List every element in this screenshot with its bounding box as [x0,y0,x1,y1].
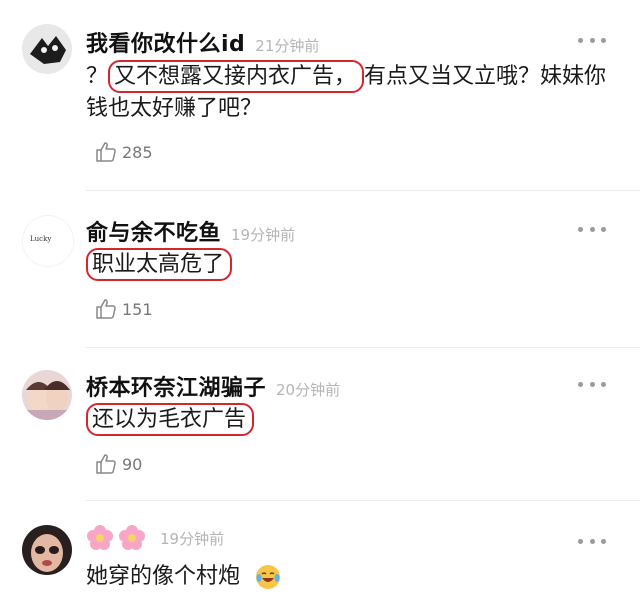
comment-header: 我看你改什么id 21分钟前 [86,26,320,58]
avatar-text: Lucky [30,235,52,243]
more-options-icon[interactable] [578,537,606,545]
comment-text: 她穿的像个村炮 [86,561,616,593]
avatar[interactable] [22,24,72,74]
like-count: 151 [122,299,153,319]
timestamp: 19分钟前 [160,529,225,548]
username[interactable]: 我看你改什么id [86,26,245,58]
like-button[interactable]: 90 [94,452,142,476]
pink-flower-emoji-icon [87,525,113,550]
pink-flower-emoji-icon [119,525,145,550]
like-button[interactable]: 285 [94,140,153,164]
laughing-tears-emoji-icon [256,565,281,589]
thumbs-up-icon [96,299,116,319]
timestamp: 21分钟前 [255,37,320,55]
comment-item: Lucky 俞与余不吃鱼 19分钟前 职业太高危了 151 [0,191,640,347]
comment-text: ？又不想露又接内衣广告， 有点又当又立哦？妹妹你钱也太好赚了吧？ [86,60,616,125]
comment-text-body: 她穿的像个村炮 [86,564,241,589]
doll-face-avatar-icon [22,525,72,575]
more-options-icon[interactable] [578,225,606,233]
comment-item: 桥本环奈江湖骗子 20分钟前 还以为毛衣广告 90 [0,348,640,500]
comment-header: 19分钟前 [86,523,224,553]
more-options-icon[interactable] [578,380,606,388]
highlighted-text: 又不想露又接内衣广告， [108,60,365,93]
comment-header: 俞与余不吃鱼 19分钟前 [86,215,296,247]
comment-text: 还以为毛衣广告 [86,403,616,436]
comment-header: 桥本环奈江湖骗子 20分钟前 [86,370,341,402]
avatar[interactable] [22,370,72,420]
photo-avatar-icon [22,370,72,420]
username[interactable]: 桥本环奈江湖骗子 [86,370,266,402]
timestamp: 19分钟前 [231,226,296,244]
comment-text: 职业太高危了 [86,248,616,281]
avatar[interactable] [22,525,72,575]
more-options-icon[interactable] [578,36,606,44]
comment-feed: 我看你改什么id 21分钟前 ？又不想露又接内衣广告， 有点又当又立哦？妹妹你钱也… [0,0,640,614]
like-count: 90 [122,454,143,474]
username[interactable]: 俞与余不吃鱼 [86,215,221,247]
timestamp: 20分钟前 [276,381,341,399]
comment-item: 我看你改什么id 21分钟前 ？又不想露又接内衣广告， 有点又当又立哦？妹妹你钱也… [0,0,640,190]
like-button[interactable]: 151 [94,297,153,321]
highlighted-text: 还以为毛衣广告 [86,403,255,436]
avatar[interactable]: Lucky [22,215,74,267]
comment-text-prefix: ？ [86,64,109,89]
highlighted-text: 职业太高危了 [86,248,233,281]
comment-item: 19分钟前 她穿的像个村炮 [0,501,640,614]
thumbs-up-icon [96,454,116,474]
thumbs-up-icon [96,142,116,162]
black-wolf-mask-avatar-icon [22,24,72,74]
like-count: 285 [122,142,153,162]
